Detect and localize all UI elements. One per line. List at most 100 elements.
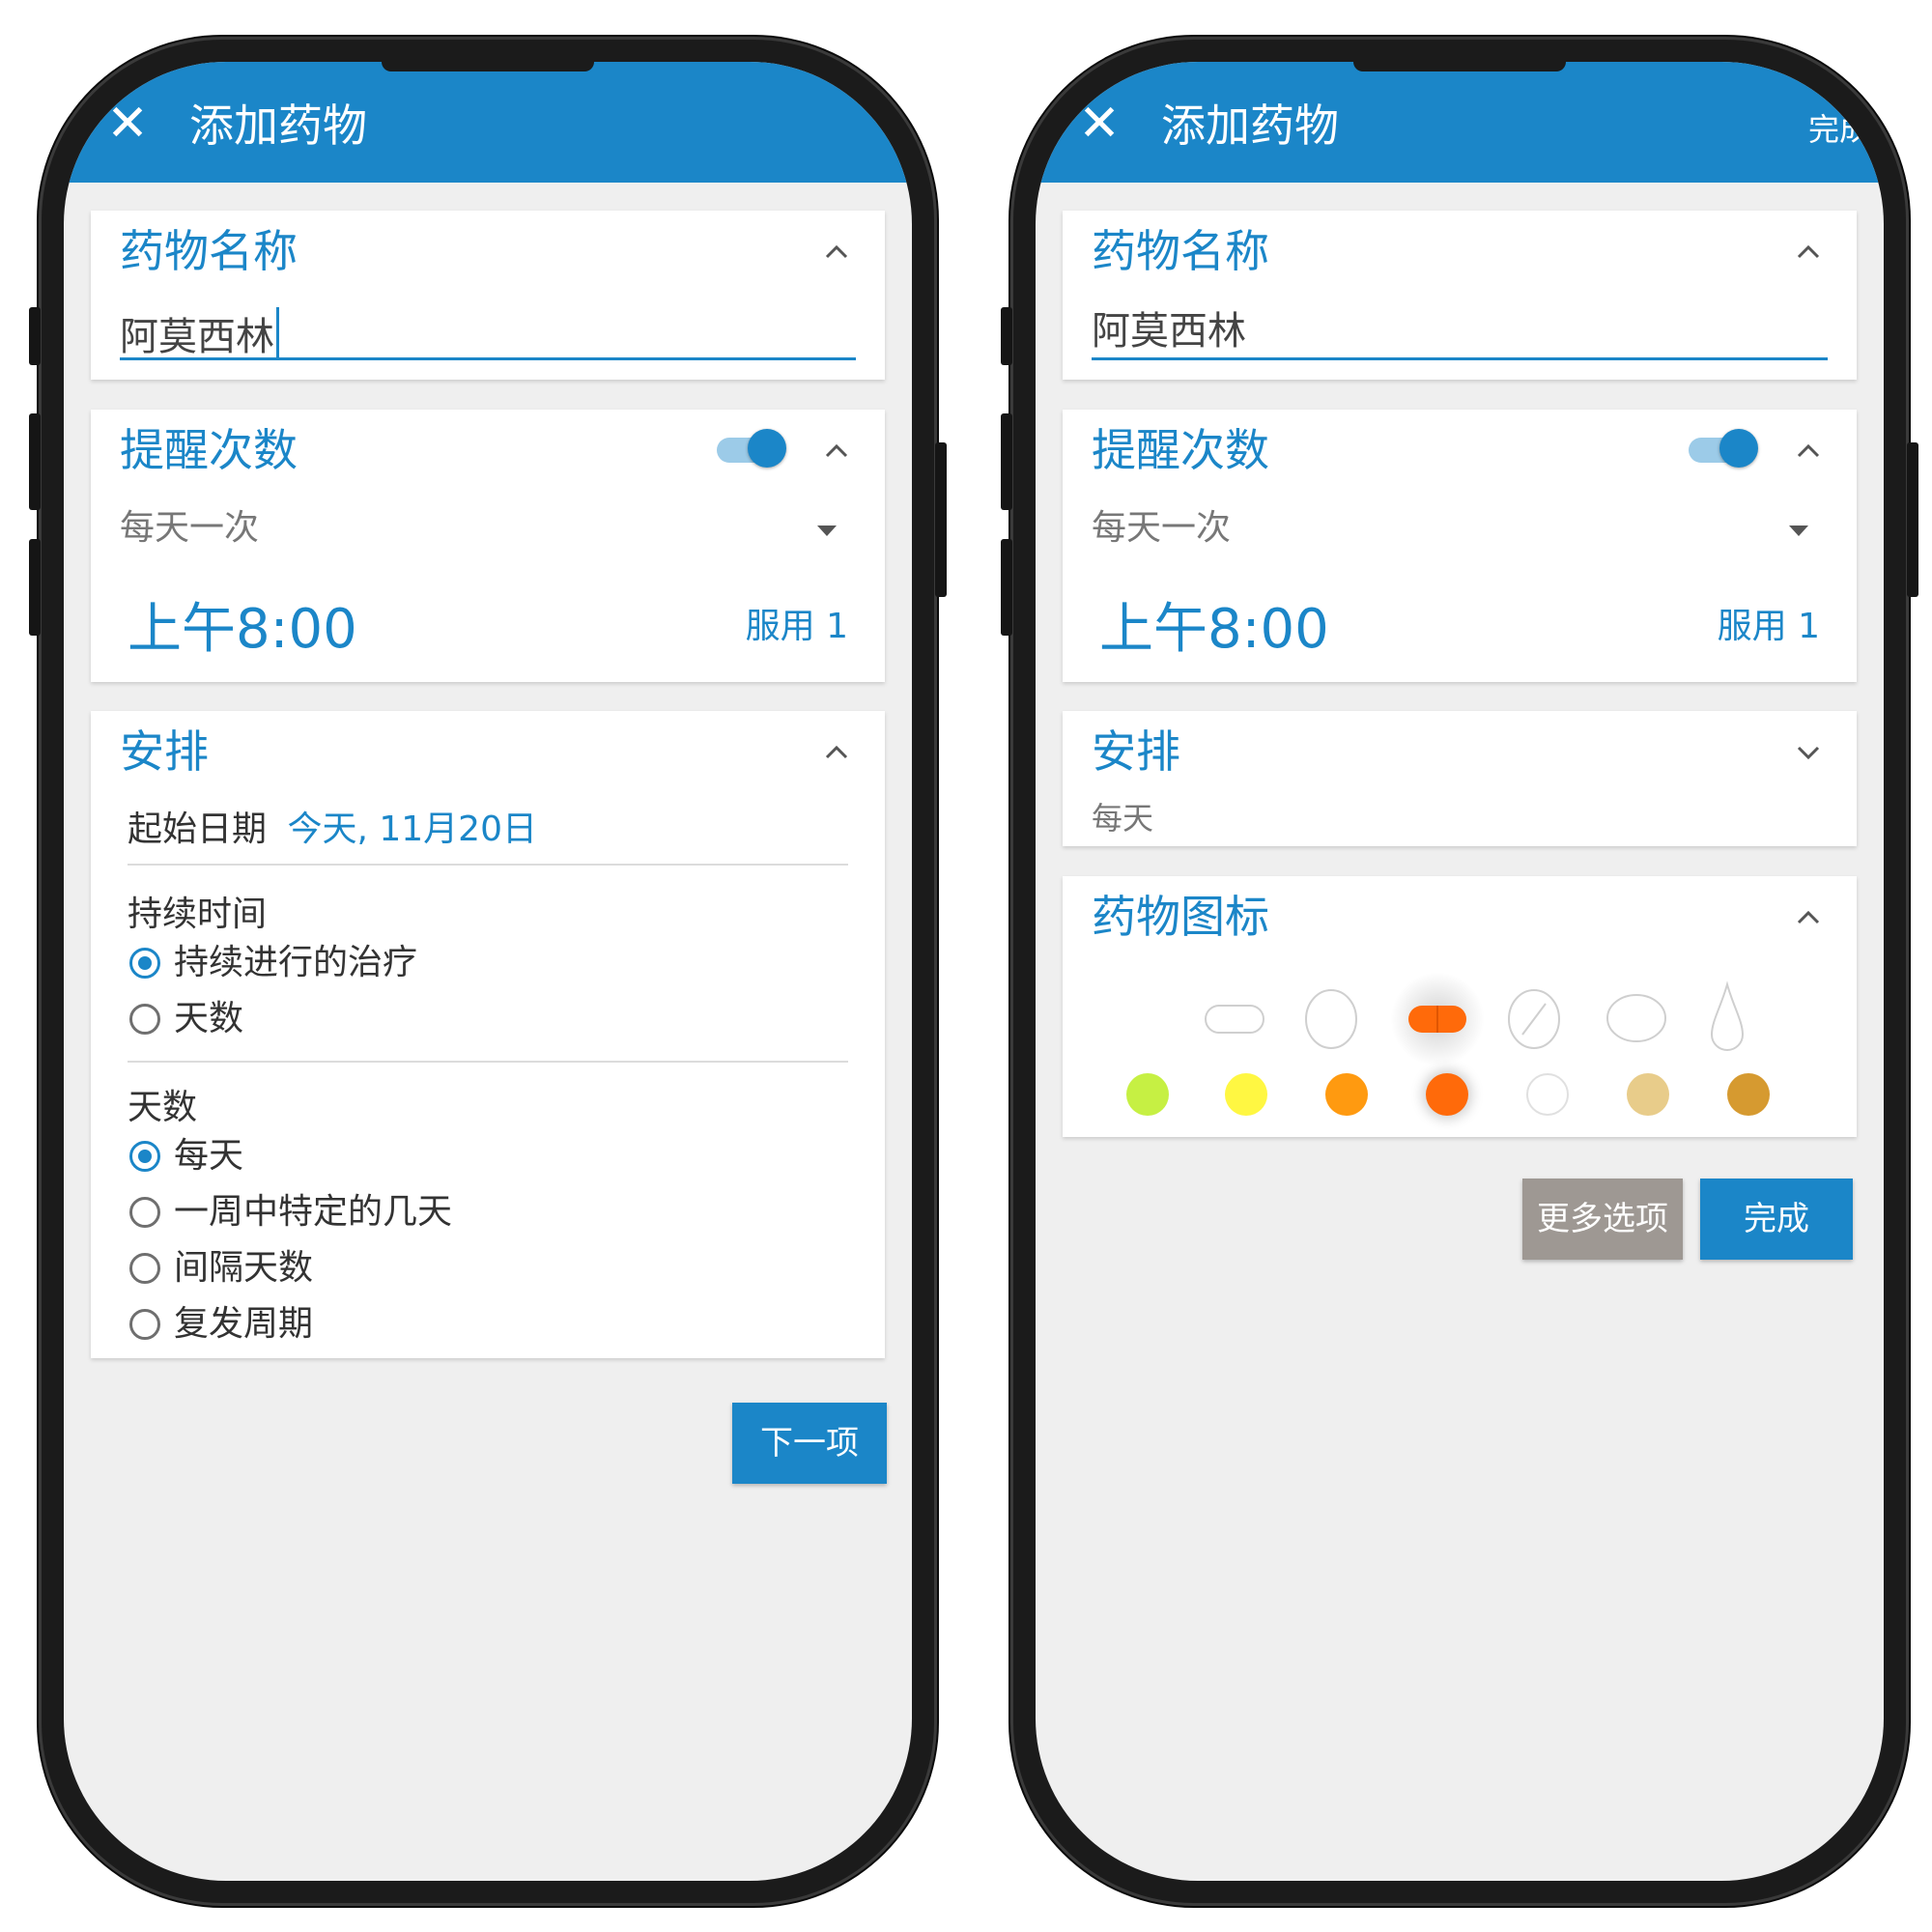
drop-icon[interactable]	[1700, 979, 1754, 1060]
radio-label: 复发周期	[174, 1304, 314, 1344]
reminder-time[interactable]: 上午8:00	[1099, 598, 1329, 662]
phone-left: ✕ 添加药物 药物名称 阿莫西林 提醒次数 每天一次 上午8:00 服用 1 安…	[29, 37, 947, 1906]
radio-specific-days[interactable]: 一周中特定的几天	[129, 1188, 452, 1236]
dropdown-arrow-icon[interactable]	[1789, 526, 1808, 536]
round-pill-icon[interactable]	[1294, 982, 1368, 1056]
chevron-up-icon[interactable]	[1789, 431, 1828, 469]
schedule-card: 安排 起始日期 今天, 11月20日 持续时间 持续进行的治疗 天数 天数 每天	[91, 711, 885, 1358]
reminders-toggle[interactable]	[1689, 429, 1758, 468]
oval-pill-icon[interactable]	[1600, 984, 1673, 1052]
power-button	[935, 442, 947, 597]
reminders-toggle[interactable]	[717, 429, 786, 468]
toggle-thumb	[748, 429, 786, 468]
dropdown-arrow-icon[interactable]	[817, 526, 837, 536]
color-swatch-yellow[interactable]	[1225, 1073, 1267, 1116]
scored-tablet-icon[interactable]	[1497, 982, 1571, 1056]
radio-number-of-days[interactable]: 天数	[129, 995, 243, 1043]
frequency-select[interactable]: 每天一次	[1092, 506, 1231, 551]
radio-every-day[interactable]: 每天	[129, 1132, 243, 1180]
med-name-title: 药物名称	[120, 225, 298, 277]
reminder-time[interactable]: 上午8:00	[128, 598, 357, 662]
color-swatch-orange[interactable]	[1325, 1073, 1368, 1116]
start-date-label: 起始日期	[128, 810, 268, 849]
app-bar: ✕ 添加药物 完成	[1036, 62, 1884, 183]
next-button[interactable]: 下一项	[732, 1403, 887, 1484]
frequency-select[interactable]: 每天一次	[120, 506, 259, 551]
radio-button-selected[interactable]	[129, 948, 160, 979]
radio-button[interactable]	[129, 1004, 160, 1035]
days-label: 天数	[128, 1088, 198, 1127]
start-date-value: 今天, 11月20日	[287, 810, 537, 849]
med-name-input[interactable]: 阿莫西林	[1092, 307, 1246, 355]
capsule-oblong-icon[interactable]	[1198, 992, 1271, 1046]
reminders-title: 提醒次数	[1092, 424, 1269, 476]
chevron-up-icon[interactable]	[1789, 232, 1828, 270]
close-icon[interactable]: ✕	[99, 95, 156, 153]
volume-up-button	[29, 413, 41, 510]
power-button	[1907, 442, 1918, 597]
start-date-row[interactable]: 起始日期 今天, 11月20日	[128, 808, 537, 852]
reminder-dose[interactable]: 服用 1	[746, 605, 848, 649]
color-swatch-dark-orange[interactable]	[1426, 1073, 1468, 1116]
reminders-card: 提醒次数 每天一次 上午8:00 服用 1	[91, 410, 885, 682]
screen-left: ✕ 添加药物 药物名称 阿莫西林 提醒次数 每天一次 上午8:00 服用 1 安…	[64, 62, 912, 1881]
schedule-card: 安排 每天	[1063, 711, 1857, 846]
duration-label: 持续时间	[128, 895, 268, 934]
notch	[1353, 62, 1566, 71]
screen-right: ✕ 添加药物 完成 药物名称 阿莫西林 提醒次数 每天一次 上午8:00 服用 …	[1036, 62, 1884, 1881]
app-bar: ✕ 添加药物	[64, 62, 912, 183]
phone-right: ✕ 添加药物 完成 药物名称 阿莫西林 提醒次数 每天一次 上午8:00 服用 …	[1001, 37, 1918, 1906]
reminders-card: 提醒次数 每天一次 上午8:00 服用 1	[1063, 410, 1857, 682]
radio-interval-days[interactable]: 间隔天数	[129, 1244, 313, 1293]
close-icon[interactable]: ✕	[1070, 95, 1128, 153]
radio-button[interactable]	[129, 1197, 160, 1228]
color-swatch-lime[interactable]	[1126, 1073, 1169, 1116]
page-title: 添加药物	[1161, 99, 1339, 152]
schedule-summary: 每天	[1092, 800, 1154, 837]
radio-button[interactable]	[129, 1253, 160, 1284]
input-underline	[120, 357, 856, 360]
volume-down-button	[1001, 539, 1012, 636]
notch	[382, 62, 594, 71]
color-swatch-brown[interactable]	[1727, 1073, 1770, 1116]
med-name-input[interactable]: 阿莫西林	[120, 307, 279, 361]
toggle-thumb	[1719, 429, 1758, 468]
med-name-card: 药物名称 阿莫西林	[1063, 211, 1857, 380]
chevron-up-icon[interactable]	[1789, 897, 1828, 936]
input-underline	[1092, 357, 1828, 360]
med-name-value: 阿莫西林	[120, 315, 274, 359]
color-swatch-beige[interactable]	[1627, 1073, 1669, 1116]
radio-label: 持续进行的治疗	[174, 943, 418, 982]
reminders-title: 提醒次数	[120, 424, 298, 476]
appbar-done-button[interactable]: 完成	[1808, 110, 1870, 149]
schedule-title: 安排	[1092, 725, 1180, 778]
med-icon-card: 药物图标	[1063, 876, 1857, 1137]
volume-down-button	[29, 539, 41, 636]
radio-label: 间隔天数	[174, 1248, 314, 1288]
radio-label: 一周中特定的几天	[174, 1192, 453, 1232]
divider	[128, 1061, 848, 1063]
more-options-button[interactable]: 更多选项	[1522, 1179, 1683, 1260]
chevron-down-icon[interactable]	[1789, 732, 1828, 771]
radio-ongoing[interactable]: 持续进行的治疗	[129, 939, 417, 987]
chevron-up-icon[interactable]	[817, 431, 856, 469]
schedule-title: 安排	[120, 725, 209, 778]
divider	[128, 864, 848, 866]
chevron-up-icon[interactable]	[817, 732, 856, 771]
med-name-card: 药物名称 阿莫西林	[91, 211, 885, 380]
capsule-icon[interactable]	[1401, 992, 1474, 1046]
med-icon-title: 药物图标	[1092, 891, 1269, 943]
radio-cycle[interactable]: 复发周期	[129, 1300, 313, 1349]
chevron-up-icon[interactable]	[817, 232, 856, 270]
done-button[interactable]: 完成	[1700, 1179, 1853, 1260]
volume-up-button	[1001, 413, 1012, 510]
color-swatch-white[interactable]	[1526, 1073, 1569, 1116]
radio-button[interactable]	[129, 1309, 160, 1340]
radio-label: 每天	[174, 1136, 244, 1176]
radio-button-selected[interactable]	[129, 1141, 160, 1172]
med-name-title: 药物名称	[1092, 225, 1269, 277]
side-button	[29, 307, 41, 365]
reminder-dose[interactable]: 服用 1	[1718, 605, 1820, 649]
page-title: 添加药物	[189, 99, 367, 152]
radio-label: 天数	[174, 999, 244, 1038]
